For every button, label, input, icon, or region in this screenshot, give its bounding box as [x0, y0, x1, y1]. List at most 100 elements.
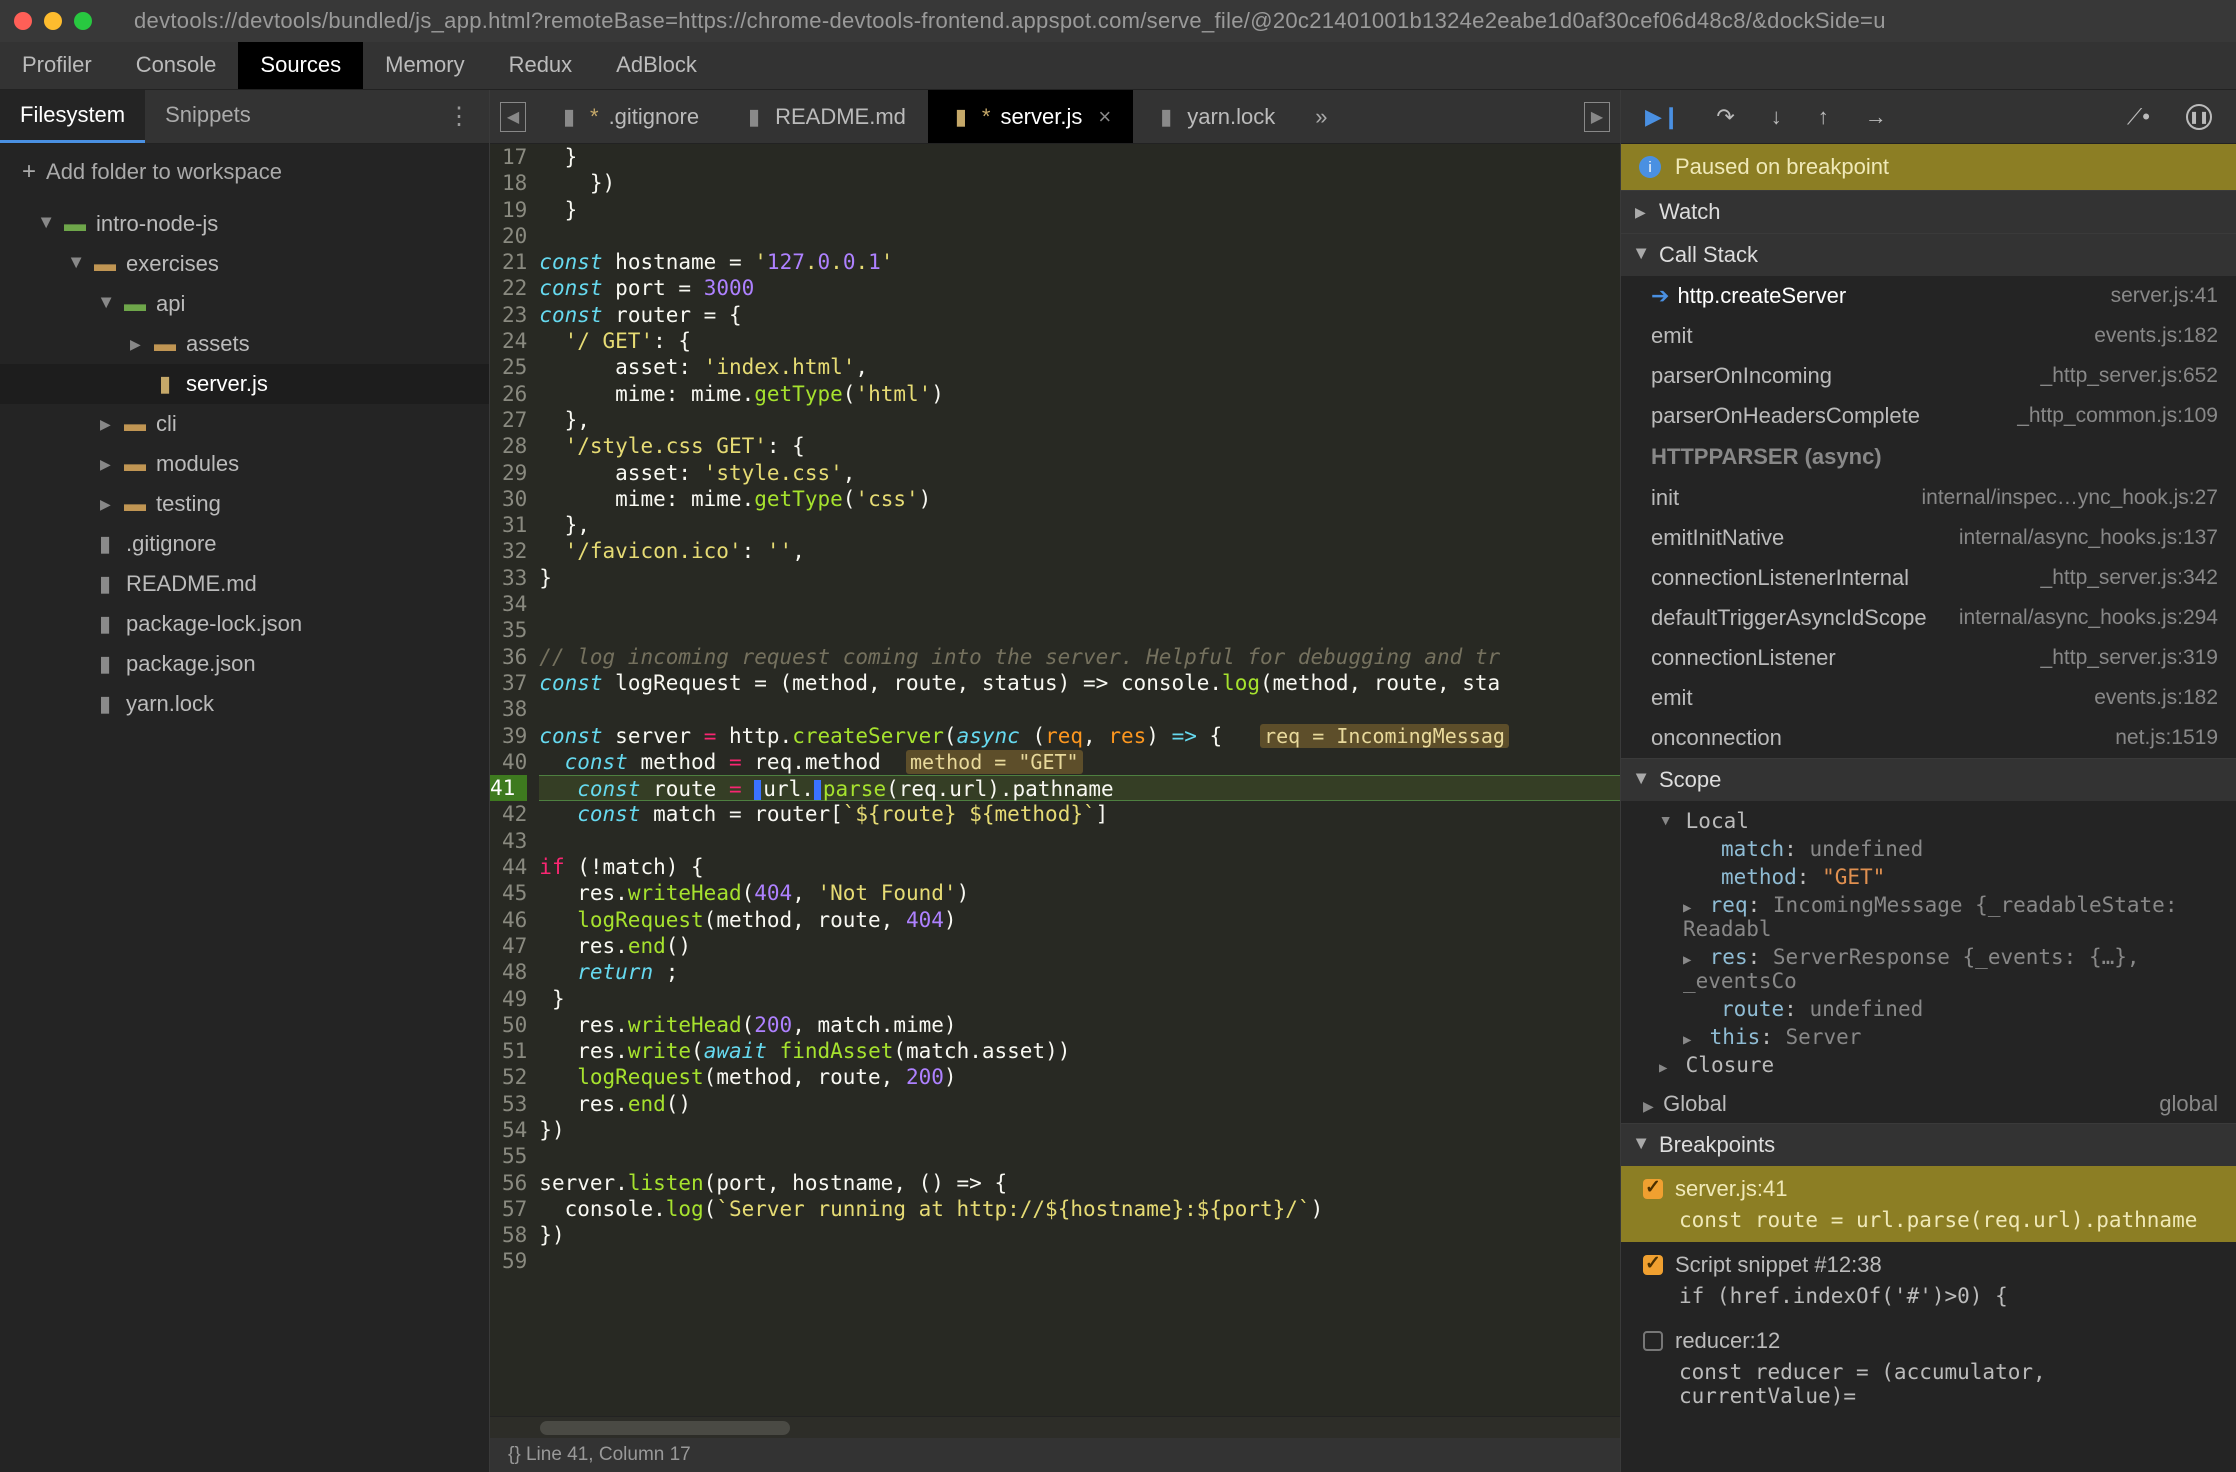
step-icon[interactable]: → — [1865, 104, 1887, 130]
scope-var-this[interactable]: ▶ this: Server — [1643, 1023, 2218, 1051]
step-over-icon[interactable]: ↷ — [1716, 104, 1734, 130]
folder-exercises[interactable]: ▶▬exercises — [0, 244, 489, 284]
breakpoints-section-header[interactable]: ▶Breakpoints — [1621, 1124, 2236, 1166]
checkbox-icon[interactable] — [1643, 1331, 1663, 1351]
scope-var-route[interactable]: route: undefined — [1643, 995, 2218, 1023]
file-README.md[interactable]: ▮README.md — [0, 564, 489, 604]
stack-frame[interactable]: connectionListener_http_server.js:319 — [1621, 638, 2236, 678]
checkbox-icon[interactable] — [1643, 1255, 1663, 1275]
scope-global[interactable]: ▶ Global global — [1621, 1085, 2236, 1123]
scope-var-res[interactable]: ▶ res: ServerResponse {_events: {…}, _ev… — [1643, 943, 2218, 995]
navigator-pane: Filesystem Snippets ⋮ + Add folder to wo… — [0, 90, 490, 1472]
file-grey-icon: ▮ — [94, 653, 116, 675]
folder-api[interactable]: ▶▬api — [0, 284, 489, 324]
tab-sources[interactable]: Sources — [238, 42, 363, 89]
file-grey-icon: ▮ — [1155, 106, 1177, 128]
pause-on-exceptions-icon[interactable]: ❚❚ — [2186, 104, 2212, 130]
scope-closure[interactable]: ▶ Closure — [1643, 1051, 2218, 1079]
folder-cli[interactable]: ▶▬cli — [0, 404, 489, 444]
scope-local[interactable]: ▶ Local — [1643, 807, 2218, 835]
folder-intro-node-js[interactable]: ▶▬intro-node-js — [0, 204, 489, 244]
tab-profiler[interactable]: Profiler — [0, 42, 114, 89]
editor-pane: ◀ ▮*.gitignore▮README.md▮*server.js×▮yar… — [490, 90, 1620, 1472]
editor-tab-README.md[interactable]: ▮README.md — [721, 90, 928, 143]
stack-frame[interactable]: parserOnHeadersComplete_http_common.js:1… — [1621, 396, 2236, 436]
scope-var-match[interactable]: match: undefined — [1643, 835, 2218, 863]
paused-text: Paused on breakpoint — [1675, 154, 1889, 180]
tab-memory[interactable]: Memory — [363, 42, 486, 89]
stack-frame[interactable]: ➔http.createServerserver.js:41 — [1621, 276, 2236, 316]
horizontal-scrollbar[interactable] — [490, 1416, 1620, 1438]
add-folder-label: Add folder to workspace — [46, 159, 282, 185]
breakpoint-item[interactable]: server.js:41const route = url.parse(req.… — [1621, 1166, 2236, 1242]
code-editor[interactable]: 1718192021222324252627282930313233343536… — [490, 144, 1620, 1416]
resume-icon[interactable]: ▶❙ — [1645, 104, 1680, 130]
stack-frame[interactable]: parserOnIncoming_http_server.js:652 — [1621, 356, 2236, 396]
step-into-icon[interactable]: ↓ — [1771, 104, 1782, 130]
stack-frame[interactable]: emitevents.js:182 — [1621, 678, 2236, 718]
file-package-lock.json[interactable]: ▮package-lock.json — [0, 604, 489, 644]
folder-assets[interactable]: ▶▬assets — [0, 324, 489, 364]
paused-banner: i Paused on breakpoint — [1621, 144, 2236, 190]
close-window-icon[interactable] — [14, 12, 32, 30]
tab-console[interactable]: Console — [114, 42, 239, 89]
file-grey-icon: ▮ — [94, 693, 116, 715]
window-chrome: devtools://devtools/bundled/js_app.html?… — [0, 0, 2236, 42]
scope-var-req[interactable]: ▶ req: IncomingMessage {_readableState: … — [1643, 891, 2218, 943]
scope-var-method[interactable]: method: "GET" — [1643, 863, 2218, 891]
file-yarn.lock[interactable]: ▮yarn.lock — [0, 684, 489, 724]
maximize-window-icon[interactable] — [74, 12, 92, 30]
breakpoint-item[interactable]: reducer:12const reducer = (accumulator, … — [1621, 1318, 2236, 1418]
minimize-window-icon[interactable] — [44, 12, 62, 30]
file-yellow-icon: ▮ — [950, 106, 972, 128]
nav-prev-icon[interactable]: ◀ — [500, 102, 526, 132]
stack-frame[interactable]: connectionListenerInternal_http_server.j… — [1621, 558, 2236, 598]
subtab-filesystem[interactable]: Filesystem — [0, 90, 145, 143]
stack-async-group: HTTPPARSER (async) — [1621, 436, 2236, 478]
main-tabs: Profiler Console Sources Memory Redux Ad… — [0, 42, 2236, 90]
tab-adblock[interactable]: AdBlock — [594, 42, 719, 89]
more-tabs-button[interactable]: » — [1297, 104, 1345, 130]
checkbox-icon[interactable] — [1643, 1179, 1663, 1199]
debug-toolbar: ▶❙ ↷ ↓ ↑ → ⟋• ❚❚ — [1621, 90, 2236, 144]
close-tab-icon[interactable]: × — [1098, 104, 1111, 130]
file-grey-icon: ▮ — [94, 533, 116, 555]
file-server.js[interactable]: ▮server.js — [0, 364, 489, 404]
folder-icon: ▬ — [94, 253, 116, 275]
callstack-section-header[interactable]: ▶Call Stack — [1621, 234, 2236, 276]
scope-section-header[interactable]: ▶Scope — [1621, 759, 2236, 801]
editor-tab-.gitignore[interactable]: ▮*.gitignore — [536, 90, 721, 143]
stack-frame[interactable]: initinternal/inspec…ync_hook.js:27 — [1621, 478, 2236, 518]
watch-section-header[interactable]: ▶Watch — [1621, 191, 2236, 233]
step-out-icon[interactable]: ↑ — [1818, 104, 1829, 130]
stack-frame[interactable]: emitevents.js:182 — [1621, 316, 2236, 356]
file-tree: ▶▬intro-node-js▶▬exercises▶▬api▶▬assets▮… — [0, 200, 489, 1472]
more-options-icon[interactable]: ⋮ — [447, 102, 473, 131]
folder-green-icon: ▬ — [64, 213, 86, 235]
file-yellow-icon: ▮ — [154, 373, 176, 395]
file-grey-icon: ▮ — [94, 613, 116, 635]
deactivate-breakpoints-icon[interactable]: ⟋• — [2127, 104, 2150, 130]
subtab-snippets[interactable]: Snippets — [145, 90, 271, 143]
editor-tabs: ◀ ▮*.gitignore▮README.md▮*server.js×▮yar… — [490, 90, 1620, 144]
folder-testing[interactable]: ▶▬testing — [0, 484, 489, 524]
stack-frame[interactable]: defaultTriggerAsyncIdScopeinternal/async… — [1621, 598, 2236, 638]
file-package.json[interactable]: ▮package.json — [0, 644, 489, 684]
file-grey-icon: ▮ — [558, 106, 580, 128]
editor-tab-server.js[interactable]: ▮*server.js× — [928, 90, 1133, 143]
folder-green-icon: ▬ — [124, 293, 146, 315]
tab-redux[interactable]: Redux — [487, 42, 595, 89]
folder-icon: ▬ — [124, 493, 146, 515]
file-.gitignore[interactable]: ▮.gitignore — [0, 524, 489, 564]
stack-frame[interactable]: emitInitNativeinternal/async_hooks.js:13… — [1621, 518, 2236, 558]
nav-next-icon[interactable]: ▶ — [1584, 102, 1610, 132]
info-icon: i — [1639, 156, 1661, 178]
editor-tab-yarn.lock[interactable]: ▮yarn.lock — [1133, 90, 1297, 143]
breakpoint-item[interactable]: Script snippet #12:38if (href.indexOf('#… — [1621, 1242, 2236, 1318]
add-folder-button[interactable]: + Add folder to workspace — [0, 144, 489, 200]
folder-modules[interactable]: ▶▬modules — [0, 444, 489, 484]
stack-frame[interactable]: onconnectionnet.js:1519 — [1621, 718, 2236, 758]
plus-icon: + — [22, 158, 36, 186]
folder-icon: ▬ — [124, 413, 146, 435]
window-url: devtools://devtools/bundled/js_app.html?… — [134, 8, 1886, 34]
